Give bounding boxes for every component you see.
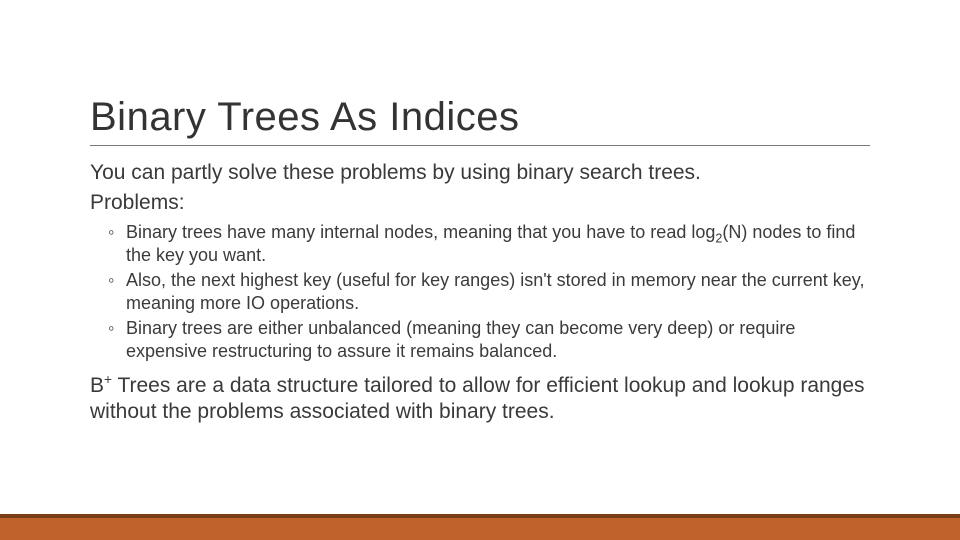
title-underline bbox=[90, 145, 870, 146]
footer-stripe-orange bbox=[0, 518, 960, 540]
closing-pre: B bbox=[90, 374, 104, 397]
superscript: + bbox=[104, 372, 112, 387]
slide: Binary Trees As Indices You can partly s… bbox=[0, 0, 960, 540]
problems-list: Binary trees have many internal nodes, m… bbox=[90, 221, 870, 363]
intro-paragraph: You can partly solve these problems by u… bbox=[90, 160, 870, 186]
closing-post: Trees are a data structure tailored to a… bbox=[90, 374, 865, 423]
closing-paragraph: B+ Trees are a data structure tailored t… bbox=[90, 373, 870, 426]
list-item: Binary trees have many internal nodes, m… bbox=[112, 221, 870, 267]
slide-title: Binary Trees As Indices bbox=[90, 95, 870, 139]
list-item: Binary trees are either unbalanced (mean… bbox=[112, 317, 870, 363]
list-item: Also, the next highest key (useful for k… bbox=[112, 269, 870, 315]
bullet-text: Binary trees have many internal nodes, m… bbox=[126, 222, 715, 242]
footer-accent-bar bbox=[0, 514, 960, 540]
problems-label: Problems: bbox=[90, 190, 870, 216]
